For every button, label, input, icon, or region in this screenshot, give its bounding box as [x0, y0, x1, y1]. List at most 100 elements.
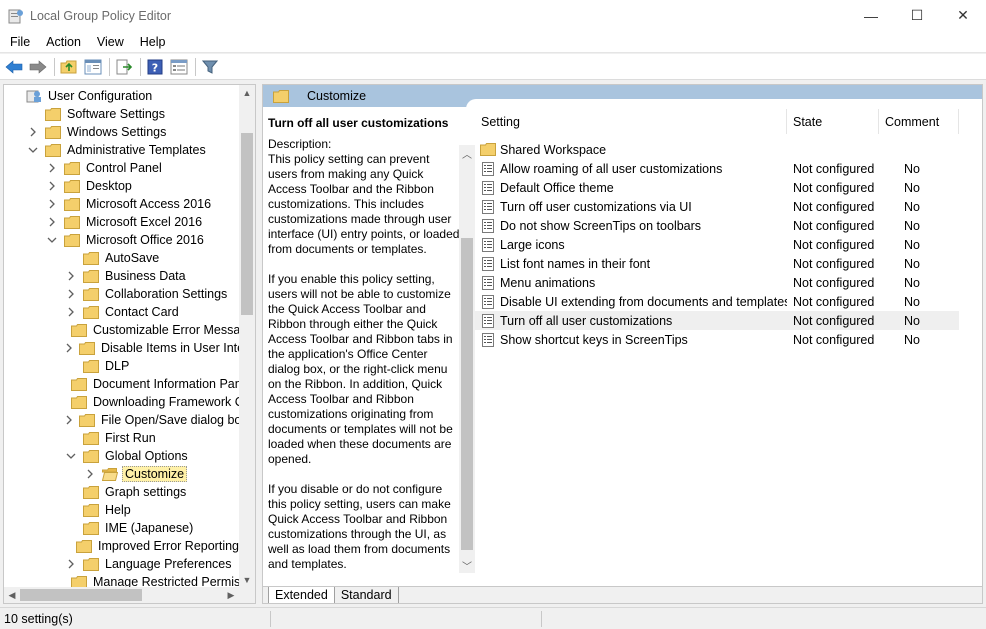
chevron-right-icon[interactable]: [46, 180, 58, 192]
column-header-comment[interactable]: Comment: [879, 109, 959, 134]
menu-file[interactable]: File: [0, 31, 38, 53]
chevron-right-icon[interactable]: [27, 126, 39, 138]
comment-cell: No: [904, 237, 920, 252]
table-row[interactable]: Turn off user customizations via UI Not c…: [475, 197, 959, 216]
tree-item-label: Downloading Framework Cor: [93, 395, 241, 409]
chevron-down-icon[interactable]: [46, 234, 58, 246]
chevron-right-icon[interactable]: [65, 306, 77, 318]
table-row[interactable]: List font names in their font Not configu…: [475, 254, 959, 273]
chevron-right-icon[interactable]: [46, 198, 58, 210]
chevron-right-icon[interactable]: [46, 216, 58, 228]
tree-item[interactable]: Business Data: [4, 267, 241, 285]
tab-extended[interactable]: Extended: [268, 587, 335, 603]
chevron-right-icon[interactable]: [65, 414, 73, 426]
tree-item[interactable]: Software Settings: [4, 105, 241, 123]
export-list-button[interactable]: [113, 56, 135, 78]
policy-description: Turn off all user customizations Descrip…: [268, 116, 460, 586]
tree-item[interactable]: Help: [4, 501, 241, 519]
tree-item[interactable]: User Configuration: [4, 87, 241, 105]
table-row[interactable]: Default Office theme Not configured No: [475, 178, 959, 197]
menu-help[interactable]: Help: [132, 31, 174, 53]
tree-item[interactable]: Collaboration Settings: [4, 285, 241, 303]
chevron-down-icon[interactable]: [65, 450, 77, 462]
scroll-left-icon[interactable]: ◀: [4, 587, 20, 603]
chevron-up-icon[interactable]: ︿: [459, 145, 475, 161]
close-button[interactable]: ✕: [940, 0, 986, 31]
tree-item[interactable]: Language Preferences: [4, 555, 241, 573]
menu-action[interactable]: Action: [38, 31, 89, 53]
properties-button[interactable]: [168, 56, 190, 78]
policy-tree[interactable]: User Configuration Software Settings Windo…: [4, 85, 241, 588]
menu-view[interactable]: View: [89, 31, 132, 53]
tree-item[interactable]: Manage Restricted Permissio: [4, 573, 241, 588]
description-scrollbar[interactable]: ︿ ﹀: [459, 145, 475, 573]
chevron-right-icon[interactable]: [65, 342, 73, 354]
chevron-down-icon[interactable]: ﹀: [459, 557, 475, 573]
help-button[interactable]: ?: [144, 56, 166, 78]
table-row[interactable]: Show shortcut keys in ScreenTips Not conf…: [475, 330, 959, 349]
up-folder-button[interactable]: [58, 56, 80, 78]
tree-item[interactable]: Graph settings: [4, 483, 241, 501]
table-row[interactable]: Shared Workspace: [475, 140, 959, 159]
tree-item[interactable]: Windows Settings: [4, 123, 241, 141]
tree-item[interactable]: Control Panel: [4, 159, 241, 177]
setting-name: Shared Workspace: [500, 142, 607, 157]
tree-item[interactable]: Disable Items in User Interfac: [4, 339, 241, 357]
chevron-right-icon[interactable]: [65, 558, 77, 570]
tree-item[interactable]: DLP: [4, 357, 241, 375]
scroll-right-icon[interactable]: ▶: [223, 587, 239, 603]
chevron-down-icon[interactable]: [27, 144, 39, 156]
table-row[interactable]: Do not show ScreenTips on toolbars Not co…: [475, 216, 959, 235]
folder-icon: [75, 539, 92, 553]
table-row[interactable]: Disable UI extending from documents and …: [475, 292, 959, 311]
tree-item[interactable]: Global Options: [4, 447, 241, 465]
tab-standard[interactable]: Standard: [333, 587, 399, 603]
tree-item-label: Microsoft Excel 2016: [86, 215, 203, 229]
tree-item[interactable]: Contact Card: [4, 303, 241, 321]
policy-icon: [482, 332, 494, 347]
minimize-button[interactable]: —: [848, 0, 894, 31]
tree-item[interactable]: First Run: [4, 429, 241, 447]
chevron-right-icon[interactable]: [46, 162, 58, 174]
tree-item[interactable]: Microsoft Excel 2016: [4, 213, 241, 231]
forward-button[interactable]: [27, 56, 49, 78]
tree-item[interactable]: Downloading Framework Cor: [4, 393, 241, 411]
chevron-right-icon[interactable]: [65, 288, 77, 300]
scrollbar-thumb[interactable]: [461, 238, 473, 550]
scroll-up-icon[interactable]: ▲: [239, 85, 255, 101]
filter-button[interactable]: [199, 56, 221, 78]
chevron-right-icon[interactable]: [65, 270, 77, 282]
maximize-button[interactable]: ☐: [894, 0, 940, 31]
tree-item[interactable]: Document Information Panel: [4, 375, 241, 393]
tree-item[interactable]: Improved Error Reporting: [4, 537, 241, 555]
table-row[interactable]: Large icons Not configured No: [475, 235, 959, 254]
tree-item[interactable]: Desktop: [4, 177, 241, 195]
tree-item[interactable]: Administrative Templates: [4, 141, 241, 159]
scrollbar-thumb[interactable]: [241, 133, 253, 315]
tree-item[interactable]: Customizable Error Messages: [4, 321, 241, 339]
column-header-setting[interactable]: Setting: [475, 109, 787, 134]
expander-placeholder: [65, 540, 70, 552]
show-hide-tree-button[interactable]: [82, 56, 104, 78]
tree-item[interactable]: AutoSave: [4, 249, 241, 267]
tree-item[interactable]: Microsoft Access 2016: [4, 195, 241, 213]
scroll-down-icon[interactable]: ▼: [239, 572, 255, 588]
tree-item[interactable]: IME (Japanese): [4, 519, 241, 537]
scrollbar-thumb[interactable]: [20, 589, 142, 601]
chevron-right-icon[interactable]: [84, 468, 96, 480]
table-row[interactable]: Menu animations Not configured No: [475, 273, 959, 292]
tree-vertical-scrollbar[interactable]: ▲ ▼: [239, 85, 255, 588]
tree-pane[interactable]: User Configuration Software Settings Windo…: [3, 84, 256, 604]
tree-item[interactable]: Microsoft Office 2016: [4, 231, 241, 249]
table-row[interactable]: Allow roaming of all user customizations…: [475, 159, 959, 178]
back-button[interactable]: [3, 56, 25, 78]
tree-horizontal-scrollbar[interactable]: ◀ ▶: [4, 587, 255, 603]
toolbar-separator: [54, 57, 55, 76]
tree-item-label: Customizable Error Messages: [93, 323, 241, 337]
table-row[interactable]: Turn off all user customizations Not conf…: [475, 311, 959, 330]
help-icon: ?: [147, 59, 163, 74]
folder-icon: [71, 395, 87, 409]
tree-item[interactable]: File Open/Save dialog box: [4, 411, 241, 429]
tree-item[interactable]: Customize: [4, 465, 241, 483]
column-header-state[interactable]: State: [787, 109, 879, 134]
